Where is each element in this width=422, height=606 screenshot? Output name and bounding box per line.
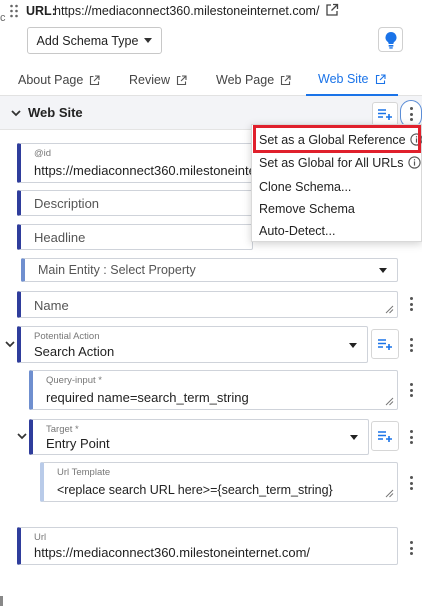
tab-web-page[interactable]: Web Page [216, 64, 291, 96]
headline-placeholder: Headline [34, 230, 86, 245]
menu-item-remove-schema[interactable]: Remove Schema [252, 197, 422, 220]
url-label: URL: [26, 4, 56, 18]
info-icon[interactable] [409, 133, 422, 146]
drag-handle-icon[interactable] [9, 4, 19, 18]
chevron-down-icon[interactable] [4, 338, 16, 350]
query-input-label: Query-input * [46, 375, 102, 386]
target-value: Entry Point [46, 436, 110, 451]
menu-item-label: Auto-Detect... [259, 223, 336, 238]
playlist-add-icon [378, 339, 392, 350]
name-placeholder: Name [34, 298, 69, 313]
add-property-button[interactable] [371, 329, 399, 359]
description-field[interactable]: Description [17, 190, 253, 216]
url-field-value: https://mediaconnect360.milestoneinterne… [34, 545, 311, 560]
open-external-icon [90, 74, 100, 85]
id-field-value: https://mediaconnect360.milestoneinterne… [34, 163, 252, 178]
tab-label: About Page [18, 73, 84, 87]
menu-item-auto-detect[interactable]: Auto-Detect... [252, 219, 422, 242]
more-vert-icon[interactable] [407, 337, 415, 353]
resize-handle-icon[interactable] [385, 397, 394, 406]
menu-item-label: Set as Global for All URLs [259, 155, 404, 170]
schema-tabs: About Page Review Web Page Web Site [0, 64, 422, 96]
chevron-down-icon[interactable] [10, 107, 22, 119]
tab-label: Web Page [216, 73, 275, 87]
target-select[interactable]: Target * Entry Point [29, 419, 369, 455]
potential-action-label: Potential Action [34, 331, 100, 342]
playlist-add-icon [378, 431, 392, 442]
tab-review[interactable]: Review [129, 64, 187, 96]
main-entity-placeholder: Main Entity : Select Property [38, 263, 196, 277]
tab-about-page[interactable]: About Page [18, 64, 100, 96]
add-property-button[interactable] [372, 102, 398, 126]
query-input-value: required name=search_term_string [46, 390, 249, 405]
tab-web-site[interactable]: Web Site [306, 64, 398, 96]
add-property-button[interactable] [371, 421, 399, 451]
potential-action-select[interactable]: Potential Action Search Action [17, 326, 368, 363]
add-schema-type-label: Add Schema Type [36, 33, 139, 48]
more-vert-icon[interactable] [407, 429, 415, 445]
schema-context-menu: Set as a Global Reference Set as Global … [251, 124, 422, 242]
name-field[interactable]: Name [17, 291, 398, 318]
resize-handle-icon[interactable] [385, 489, 394, 498]
main-entity-select[interactable]: Main Entity : Select Property [21, 258, 398, 282]
menu-item-label: Clone Schema... [259, 179, 352, 194]
more-vert-icon[interactable] [407, 475, 415, 491]
url-field[interactable]: Url https://mediaconnect360.milestoneint… [17, 527, 398, 565]
info-icon[interactable] [407, 156, 421, 169]
potential-action-value: Search Action [34, 344, 115, 359]
lightbulb-button[interactable] [378, 27, 403, 52]
more-vert-icon[interactable] [407, 382, 415, 398]
caret-down-icon [144, 38, 153, 43]
more-vert-icon [407, 106, 415, 122]
caret-down-icon [379, 268, 387, 273]
target-label: Target * [46, 424, 79, 435]
menu-item-set-global-all-urls[interactable]: Set as Global for All URLs [252, 151, 422, 174]
chevron-down-icon[interactable] [16, 430, 28, 442]
tab-label: Web Site [318, 72, 369, 86]
url-template-label: Url Template [57, 467, 111, 478]
more-vert-icon[interactable] [407, 540, 415, 556]
url-value: https://mediaconnect360.milestoneinterne… [54, 4, 320, 18]
more-vert-icon[interactable] [407, 296, 415, 312]
open-external-icon[interactable] [325, 3, 339, 17]
scroll-edge [0, 596, 3, 606]
menu-item-label: Set as a Global Reference [259, 132, 406, 147]
add-schema-type-button[interactable]: Add Schema Type [27, 27, 162, 54]
url-field-label: Url [34, 532, 47, 543]
playlist-add-icon [378, 109, 392, 120]
caret-down-icon [349, 343, 357, 348]
open-external-icon [176, 74, 187, 85]
menu-item-clone-schema[interactable]: Clone Schema... [252, 175, 422, 198]
open-external-icon [281, 74, 291, 85]
resize-handle-icon[interactable] [385, 305, 394, 314]
left-edge-fragment: c [0, 12, 6, 24]
url-template-value: <replace search URL here>={search_term_s… [57, 483, 333, 497]
menu-item-label: Remove Schema [259, 201, 355, 216]
id-field[interactable]: @id https://mediaconnect360.milestoneint… [17, 143, 253, 183]
open-external-icon [375, 73, 386, 84]
headline-field[interactable]: Headline [17, 224, 253, 250]
lightbulb-icon [385, 31, 396, 49]
caret-down-icon [350, 435, 358, 440]
description-placeholder: Description [34, 196, 100, 211]
section-title: Web Site [28, 105, 83, 120]
menu-item-set-global-reference[interactable]: Set as a Global Reference [252, 128, 422, 151]
url-template-field[interactable]: Url Template <replace search URL here>={… [40, 462, 398, 502]
query-input-field[interactable]: Query-input * required name=search_term_… [29, 370, 398, 410]
tab-label: Review [129, 73, 170, 87]
id-field-label: @id [34, 148, 52, 159]
